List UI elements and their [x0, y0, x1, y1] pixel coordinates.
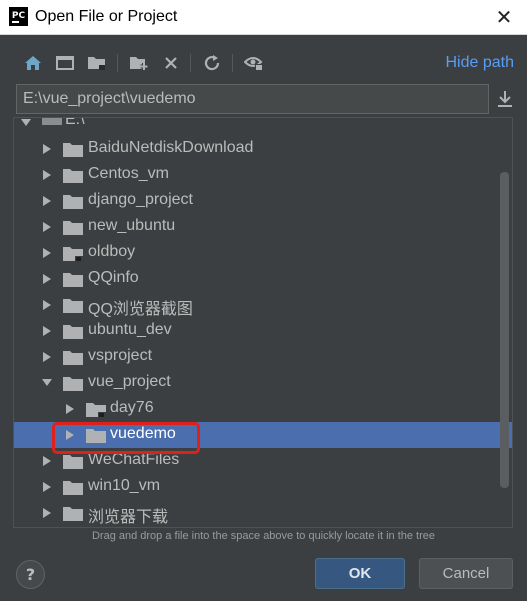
toolbar-separator: [117, 54, 118, 72]
folder-icon: [63, 455, 83, 469]
collapsed-arrow-icon[interactable]: [41, 318, 53, 344]
collapsed-arrow-icon[interactable]: [41, 474, 53, 500]
expanded-arrow-icon[interactable]: [41, 370, 53, 396]
toolbar-separator: [190, 54, 191, 72]
show-hidden-button[interactable]: [240, 46, 268, 80]
tree-row-label: ubuntu_dev: [88, 321, 172, 338]
tree-row-day76[interactable]: day76: [14, 396, 500, 422]
expanded-arrow-icon[interactable]: [20, 118, 32, 130]
refresh-icon[interactable]: [203, 54, 221, 72]
home-button[interactable]: [19, 46, 47, 80]
tree-row-django-project[interactable]: django_project: [14, 188, 500, 214]
tree-row-browser-downloads[interactable]: 浏览器下载: [14, 500, 500, 526]
tree-root-row[interactable]: E:\: [14, 117, 500, 132]
collapsed-arrow-icon[interactable]: [41, 188, 53, 214]
tree-row-label: QQinfo: [88, 269, 139, 286]
title-bar: PC Open File or Project ✕: [0, 0, 527, 35]
tree-row-qqinfo[interactable]: QQinfo: [14, 266, 500, 292]
module-folder-icon: [86, 403, 106, 418]
close-button[interactable]: ✕: [493, 6, 515, 28]
collapsed-arrow-icon[interactable]: [41, 500, 53, 526]
delete-button[interactable]: [157, 46, 185, 80]
tree-root-label: E:\: [65, 117, 85, 128]
delete-icon[interactable]: [164, 56, 178, 70]
folder-icon: [63, 195, 83, 209]
collapsed-arrow-icon[interactable]: [41, 214, 53, 240]
refresh-button[interactable]: [198, 46, 226, 80]
collapsed-arrow-icon[interactable]: [64, 396, 76, 422]
collapsed-arrow-icon[interactable]: [41, 162, 53, 188]
collapsed-arrow-icon[interactable]: [41, 266, 53, 292]
path-input[interactable]: [17, 85, 488, 113]
desktop-button[interactable]: [51, 46, 79, 80]
folder-icon: [63, 377, 83, 391]
tree-row-label: day76: [110, 399, 154, 416]
window-title: Open File or Project: [35, 8, 178, 25]
drive-icon: [42, 118, 62, 125]
tree-row-win10-vm[interactable]: win10_vm: [14, 474, 500, 500]
project-folder-icon[interactable]: [87, 55, 107, 71]
tree-row-centos-vm[interactable]: Centos_vm: [14, 162, 500, 188]
tree-row-oldboy[interactable]: oldboy: [14, 240, 500, 266]
tree-row-label: Centos_vm: [88, 165, 169, 182]
folder-icon: [63, 299, 83, 313]
folder-icon: [63, 325, 83, 339]
ok-button[interactable]: OK: [315, 558, 405, 589]
tree-row-label: vsproject: [88, 347, 153, 364]
tree-row-label: win10_vm: [88, 477, 161, 494]
tree-row-vue-project[interactable]: vue_project: [14, 370, 500, 396]
hide-path-link[interactable]: Hide path: [446, 54, 515, 72]
help-button[interactable]: ?: [16, 560, 45, 589]
tree-row-label: new_ubuntu: [88, 217, 176, 234]
tree-scrollbar[interactable]: [500, 172, 509, 488]
folder-icon: [63, 507, 83, 521]
collapsed-arrow-icon[interactable]: [41, 448, 53, 474]
collapsed-arrow-icon[interactable]: [41, 344, 53, 370]
pycharm-app-icon: PC: [9, 7, 28, 26]
tree-row-label: BaiduNetdiskDownload: [88, 139, 254, 156]
tree-row-label: 浏览器下载: [88, 509, 169, 526]
project-folder-button[interactable]: [83, 46, 111, 80]
tree-row-qq-screenshots[interactable]: QQ浏览器截图: [14, 292, 500, 318]
tree-row-label: QQ浏览器截图: [88, 301, 193, 318]
download-icon[interactable]: [497, 90, 513, 108]
file-tree[interactable]: E:\ BaiduNetdiskDownload Centos_vm djang…: [13, 117, 513, 528]
tree-row-ubuntu-dev[interactable]: ubuntu_dev: [14, 318, 500, 344]
close-icon[interactable]: ✕: [496, 5, 513, 29]
tree-row-label: django_project: [88, 191, 193, 208]
home-icon[interactable]: [24, 55, 42, 71]
toolbar-separator: [232, 54, 233, 72]
path-field-container: [16, 84, 489, 114]
folder-icon: [63, 273, 83, 287]
tree-row-label: vue_project: [88, 373, 171, 390]
collapsed-arrow-icon[interactable]: [41, 292, 53, 318]
collapsed-arrow-icon[interactable]: [41, 136, 53, 162]
collapsed-arrow-icon[interactable]: [41, 240, 53, 266]
tree-row-vsproject[interactable]: vsproject: [14, 344, 500, 370]
folder-icon: [63, 169, 83, 183]
highlight-box: [52, 422, 200, 454]
toolbar: Hide path: [0, 46, 527, 80]
new-folder-button[interactable]: [125, 46, 153, 80]
desktop-icon[interactable]: [56, 56, 74, 70]
folder-icon: [63, 221, 83, 235]
show-hidden-icon[interactable]: [244, 54, 264, 72]
tree-row-baidunetdiskdownload[interactable]: BaiduNetdiskDownload: [14, 136, 500, 162]
drag-drop-hint: Drag and drop a file into the space abov…: [91, 530, 436, 542]
tree-row-label: oldboy: [88, 243, 136, 260]
folder-icon: [63, 143, 83, 157]
path-download-button[interactable]: [493, 86, 517, 112]
cancel-button[interactable]: Cancel: [419, 558, 513, 589]
new-folder-icon[interactable]: [129, 55, 149, 71]
module-folder-icon: [63, 247, 83, 262]
tree-row-new-ubuntu[interactable]: new_ubuntu: [14, 214, 500, 240]
folder-icon: [63, 351, 83, 365]
folder-icon: [63, 481, 83, 495]
